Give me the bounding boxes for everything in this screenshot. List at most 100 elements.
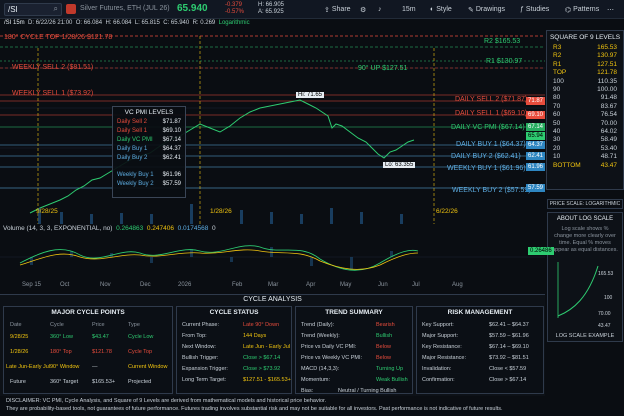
change-value: -0.379 xyxy=(225,2,243,8)
share-button[interactable]: ⇪ Share xyxy=(324,3,351,16)
studies-icon: ƒ xyxy=(520,6,524,13)
oscillator-chart[interactable] xyxy=(0,233,545,280)
settings-button[interactable]: ⚙ xyxy=(360,3,366,16)
square-of-9-title: SQUARE OF 9 LEVELS xyxy=(549,34,621,41)
kv-value: Late 90° Down xyxy=(243,322,280,328)
square-value: 48.71 xyxy=(600,153,617,161)
current-price-tag: 65.94 xyxy=(526,132,546,140)
pmi-label: Weekly Buy 1 xyxy=(117,172,154,178)
kv-label: Major Support: xyxy=(422,333,459,339)
pmi-label: Daily Buy 2 xyxy=(117,155,148,161)
volume-v3: 0.0174568 xyxy=(177,225,209,232)
square-value: 83.67 xyxy=(600,102,617,110)
kv-label: Confirmation: xyxy=(422,377,455,383)
drawings-button[interactable]: ✎ Drawings xyxy=(468,3,505,16)
x-tick: Feb xyxy=(232,282,243,288)
cycle-top-label: 180° CYCLE TOP 1/28/26 $121.78 xyxy=(4,34,113,41)
bell-button[interactable]: ♪ xyxy=(378,3,382,16)
pmi-label: Daily Sell 1 xyxy=(117,128,148,134)
square-row: 20 53.40 xyxy=(547,145,623,153)
kv-value: Turning Up xyxy=(376,366,404,372)
kv-value: $62.41 – $64.37 xyxy=(489,322,529,328)
pmi-row: Weekly Buy 1 $61.96 xyxy=(113,171,185,180)
about-log-scale-panel: ABOUT LOG SCALE Log scale shows % change… xyxy=(547,212,623,342)
table-cell: 360° Target xyxy=(50,379,79,385)
studies-label: Studies xyxy=(525,6,550,13)
x-tick: Jul xyxy=(412,282,420,288)
square-value: 91.48 xyxy=(600,94,617,102)
interval-label: 15m xyxy=(402,6,416,13)
x-tick: Dec xyxy=(140,282,151,288)
square-label: 80 xyxy=(553,94,561,102)
table-cell: 180° Top xyxy=(50,349,72,355)
kv-label: Key Support: xyxy=(422,322,454,328)
kv-value: Below xyxy=(376,355,391,361)
pmi-row: Daily Sell 2 $71.87 xyxy=(113,118,185,127)
square-value: 76.54 xyxy=(600,111,617,119)
more-button[interactable]: ⋯ xyxy=(607,3,614,16)
kv-value: Bullish xyxy=(376,333,393,339)
pmi-row: Daily VC PMI $67.14 xyxy=(113,136,185,145)
studies-button[interactable]: ƒ Studies xyxy=(520,3,549,16)
cycle-status-box: CYCLE STATUS Current Phase: Late 90° Down… xyxy=(176,306,292,394)
weekly-buy-1-label: WEEKLY BUY 1 ($61.96) xyxy=(447,165,526,172)
oscillator-tag: 0.26486 xyxy=(528,247,554,255)
table-header: Price xyxy=(92,322,105,328)
style-button[interactable]: ◐ Style xyxy=(430,3,452,16)
volume-label: Volume (14, 3, 3, EXPONENTIAL, no) 0.264… xyxy=(3,225,216,232)
table-cell: Future xyxy=(10,379,26,385)
kv-label: From Top: xyxy=(182,333,207,339)
kv-label: Invalidation: xyxy=(422,366,452,372)
pmi-value: $61.96 xyxy=(162,172,181,178)
interval-button[interactable]: 15m xyxy=(402,3,416,16)
kv-label: Price vs Daily VC PMI: xyxy=(301,344,357,350)
price-tag: 57.59 xyxy=(526,184,546,192)
more-icon: ⋯ xyxy=(607,6,614,14)
x-tick: Aug xyxy=(452,282,463,288)
scale-mode: Logarithmic xyxy=(218,20,250,26)
daily-sell-1-label: DAILY SELL 1 ($69.10) xyxy=(455,110,528,117)
square-row: 30 58.49 xyxy=(547,136,623,144)
price-scale-button[interactable]: PRICE SCALE: LOGARITHMIC xyxy=(547,199,623,209)
kv-label: Long Term Target: xyxy=(182,377,227,383)
high-value: H: 66.905 xyxy=(258,2,285,8)
log-tick: 43.47 xyxy=(598,323,611,329)
style-label: Style xyxy=(436,6,452,13)
daily-vc-pmi-label: DAILY VC PMI ($67.14) xyxy=(451,124,525,131)
square-row: TOP 121.78 xyxy=(547,69,623,77)
square-label: 30 xyxy=(553,136,561,144)
x-tick: Apr xyxy=(306,282,316,288)
symbol-input[interactable]: /SI ⌕ xyxy=(4,3,62,16)
kv-label: Expansion Trigger: xyxy=(182,366,228,372)
major-cycle-title: MAJOR CYCLE POINTS xyxy=(51,309,125,316)
x-tick: 2026 xyxy=(178,282,192,288)
kv-value: $57.59 – $61.96 xyxy=(489,333,529,339)
square-value: 130.97 xyxy=(597,52,617,60)
symbol-value: /SI xyxy=(8,5,18,14)
ohlc-high: H: 66.084 xyxy=(105,20,132,26)
kv-value: $67.14 – $69.10 xyxy=(489,344,529,350)
pmi-value: $62.41 xyxy=(162,155,181,161)
weekly-sell-1-label: WEEKLY SELL 1 ($73.92) xyxy=(12,90,94,97)
about-title: ABOUT LOG SCALE xyxy=(556,216,614,222)
pmi-value: $71.87 xyxy=(162,119,181,125)
gear-icon: ⚙ xyxy=(360,6,367,14)
disclaimer: DISCLAIMER: VC PMI, Cycle Analysis, and … xyxy=(6,397,546,413)
x-axis: Sep 15 Oct Nov Dec 2026 Feb Mar Apr May Jun Jul Aug xyxy=(0,280,545,291)
price-change: -0.379 -0.57% xyxy=(225,2,244,16)
flag-icon[interactable] xyxy=(66,4,76,14)
square-value: 70.00 xyxy=(600,119,617,127)
table-cell: Late Jun-Early Jul xyxy=(6,364,51,370)
kv-label: Trend (Weekly): xyxy=(301,333,340,339)
toolbar: /SI ⌕ Silver Futures, ETH (JUL 26) 65.940… xyxy=(0,0,624,19)
weekly-buy-2-label: WEEKLY BUY 2 ($57.59) xyxy=(452,187,531,194)
search-icon[interactable]: ⌕ xyxy=(54,4,58,14)
patterns-button[interactable]: ⌬ Patterns xyxy=(565,3,599,16)
kv-value: $127.51 - $165.53+ xyxy=(243,377,291,383)
vc-pmi-title: VC PMI LEVELS xyxy=(124,109,174,116)
table-cell: Projected xyxy=(128,379,152,385)
ohlc-row: /SI 15m D: 6/22/26 21:00 O: 66.084 H: 66… xyxy=(4,20,250,26)
log-tick: 70.00 xyxy=(598,311,611,317)
square-value: 100.00 xyxy=(597,86,617,94)
square-label: 70 xyxy=(553,102,561,110)
